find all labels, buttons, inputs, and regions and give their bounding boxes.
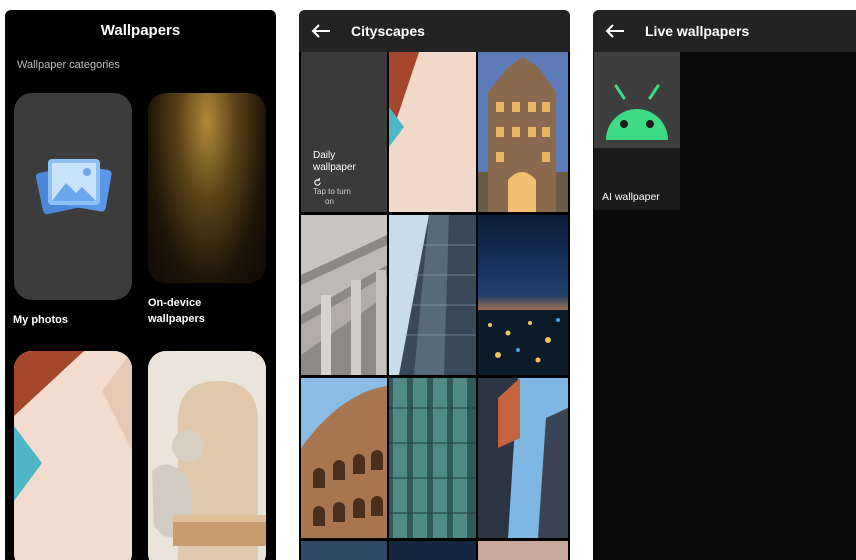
category-card-abstract[interactable] [14,351,132,560]
live-wallpaper-label: AI wallpaper [602,191,660,203]
category-card-shapes[interactable] [148,351,266,560]
wallpaper-thumbnail[interactable] [389,52,476,212]
daily-wallpaper-tile[interactable]: Daily wallpaper Tap to turn on [301,52,387,212]
category-card-my-photos[interactable] [14,93,132,300]
section-label: Wallpaper categories [17,59,120,71]
wallpaper-thumbnail[interactable] [478,52,568,212]
app-bar: Live wallpapers [593,10,856,52]
wallpaper-thumbnail[interactable] [301,541,387,560]
daily-wallpaper-label: Daily wallpaper [313,150,356,173]
wallpaper-thumbnail[interactable] [301,378,387,538]
back-arrow-icon[interactable] [311,24,331,38]
wallpaper-thumbnail[interactable] [301,215,387,375]
android-icon [606,84,668,140]
wallpaper-thumbnail[interactable] [389,541,476,560]
wallpapers-screen: Wallpapers Wallpaper categories My photo… [5,10,276,560]
page-title: Live wallpapers [645,23,750,39]
back-arrow-icon[interactable] [605,24,625,38]
category-label-on-device: On-device wallpapers [148,297,205,325]
category-card-on-device[interactable] [148,93,266,283]
wallpaper-thumbnail[interactable] [389,215,476,375]
live-wallpaper-thumbnail [594,52,680,148]
category-label-my-photos: My photos [13,314,68,326]
photos-icon [35,159,112,215]
wallpaper-thumbnail[interactable] [478,541,568,560]
cityscapes-screen: Cityscapes Daily wallpaper Tap to turn o… [299,10,570,560]
live-wallpapers-screen: Live wallpapers AI wallpaper [593,10,856,560]
wallpaper-thumbnail[interactable] [478,378,568,538]
live-wallpaper-tile-ai[interactable]: AI wallpaper [594,52,680,210]
wallpaper-thumbnail[interactable] [389,378,476,538]
wallpaper-thumbnail[interactable] [478,215,568,375]
app-bar: Cityscapes [299,10,570,52]
refresh-icon [314,178,321,186]
page-title: Wallpapers [100,22,181,39]
page-title: Cityscapes [351,23,425,39]
daily-wallpaper-action: Tap to turn on [313,178,379,207]
